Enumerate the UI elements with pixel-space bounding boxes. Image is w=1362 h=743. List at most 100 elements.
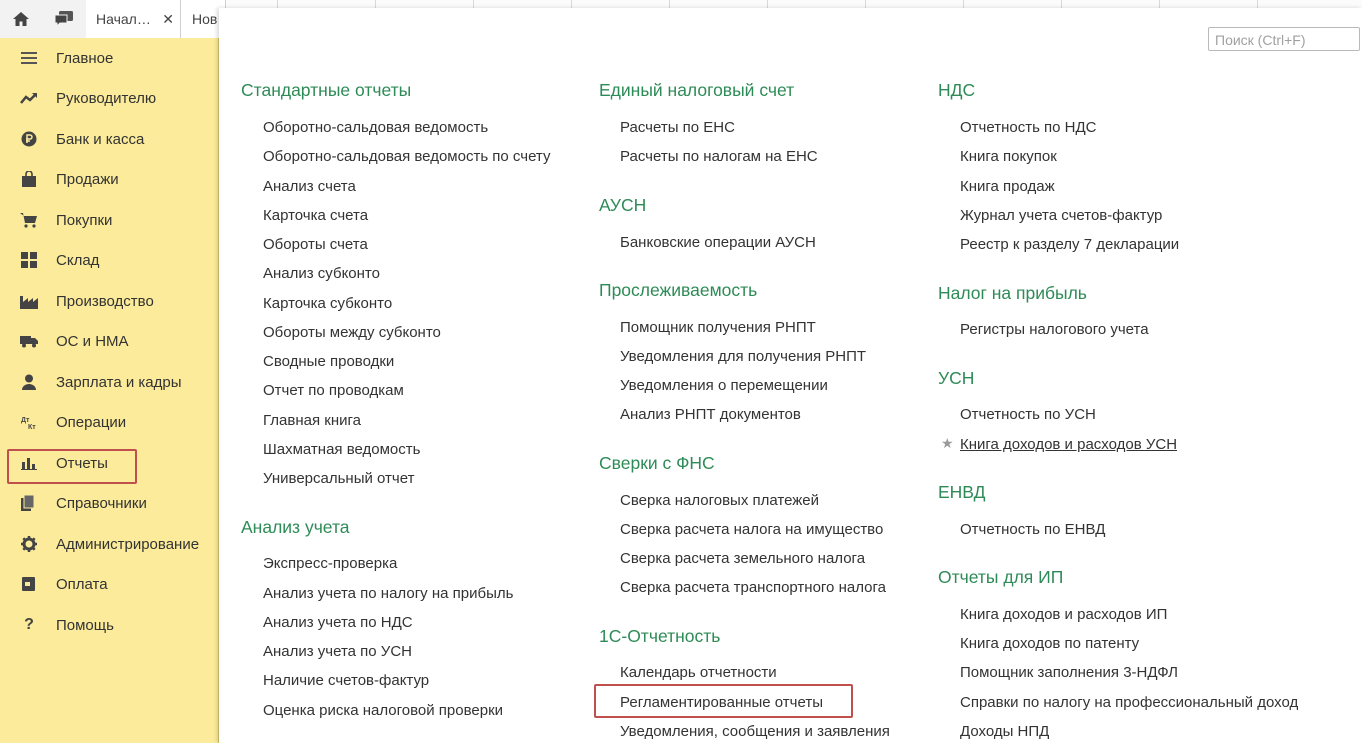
- sidebar-item-label: Руководителю: [56, 89, 157, 107]
- report-link[interactable]: Анализ счета: [263, 178, 356, 195]
- search-input[interactable]: [1213, 29, 1357, 51]
- report-link[interactable]: Регистры налогового учета: [960, 321, 1149, 338]
- tab-start-page[interactable]: Начал… ✕: [86, 0, 181, 38]
- section-title-accounting-analysis: Анализ учета: [241, 517, 350, 537]
- sidebar-item-main[interactable]: Главное: [0, 40, 218, 76]
- report-link[interactable]: Уведомления для получения РНПТ: [620, 348, 866, 365]
- report-link[interactable]: Отчетность по НДС: [960, 119, 1097, 136]
- sidebar-item-label: Помощь: [56, 616, 114, 634]
- close-icon[interactable]: ✕: [162, 11, 174, 28]
- report-link[interactable]: Анализ учета по УСН: [263, 643, 412, 660]
- sidebar-item-help[interactable]: ? Помощь: [0, 607, 218, 643]
- report-link[interactable]: Журнал учета счетов-фактур: [960, 207, 1162, 224]
- section-title-profit-tax: Налог на прибыль: [938, 283, 1087, 303]
- gear-icon: [20, 535, 38, 553]
- report-link[interactable]: Календарь отчетности: [620, 664, 777, 681]
- search-box[interactable]: [1208, 27, 1360, 51]
- report-link[interactable]: Шахматная ведомость: [263, 441, 420, 458]
- report-link[interactable]: Доходы НПД: [960, 723, 1049, 740]
- report-link[interactable]: Помощник получения РНПТ: [620, 319, 816, 336]
- report-link[interactable]: Книга доходов и расходов ИП: [960, 606, 1167, 623]
- debit-credit-icon: Дт Кт: [20, 413, 38, 431]
- section-title-ip-reports: Отчеты для ИП: [938, 567, 1064, 587]
- ruble-coin-icon: [20, 130, 38, 148]
- report-link[interactable]: Справки по налогу на профессиональный до…: [960, 694, 1298, 711]
- report-link[interactable]: Помощник заполнения 3-НДФЛ: [960, 664, 1178, 681]
- report-link[interactable]: Реестр к разделу 7 декларации: [960, 236, 1179, 253]
- report-link[interactable]: Сверка расчета налога на имущество: [620, 521, 883, 538]
- report-link[interactable]: Книга доходов по патенту: [960, 635, 1139, 652]
- report-link[interactable]: Оборотно-сальдовая ведомость по счету: [263, 148, 550, 165]
- report-link[interactable]: Сверка расчета транспортного налога: [620, 579, 886, 596]
- sidebar-item-label: Справочники: [56, 494, 147, 512]
- sidebar-item-label: Оплата: [56, 575, 108, 593]
- favorite-star-icon[interactable]: ★: [941, 435, 954, 452]
- sidebar-item-label: Банк и касса: [56, 130, 145, 148]
- highlight-reports-section: [7, 449, 137, 484]
- sidebar-item-production[interactable]: Производство: [0, 283, 218, 319]
- report-link[interactable]: Главная книга: [263, 412, 361, 429]
- section-title-ausn: АУСН: [599, 195, 647, 215]
- report-link[interactable]: Оборотно-сальдовая ведомость: [263, 119, 488, 136]
- tab-label: Начал…: [96, 11, 151, 27]
- sidebar-item-bank[interactable]: Банк и касса: [0, 121, 218, 157]
- report-link[interactable]: Отчетность по ЕНВД: [960, 521, 1105, 538]
- sidebar-item-salary[interactable]: Зарплата и кадры: [0, 364, 218, 400]
- sidebar-item-label: Операции: [56, 413, 127, 431]
- home-icon: [13, 12, 29, 26]
- sidebar-item-label: Склад: [56, 251, 100, 269]
- question-icon: ?: [24, 616, 34, 633]
- section-title-1c-reporting: 1С-Отчетность: [599, 626, 721, 646]
- report-link[interactable]: Расчеты по налогам на ЕНС: [620, 148, 818, 165]
- report-link[interactable]: Анализ учета по налогу на прибыль: [263, 585, 513, 602]
- report-link[interactable]: Обороты счета: [263, 236, 368, 253]
- sidebar-item-sales[interactable]: Продажи: [0, 161, 218, 197]
- report-link[interactable]: Сверка налоговых платежей: [620, 492, 819, 509]
- report-link[interactable]: Анализ субконто: [263, 265, 380, 282]
- report-link[interactable]: Сверка расчета земельного налога: [620, 550, 865, 567]
- report-link[interactable]: Уведомления о перемещении: [620, 377, 828, 394]
- report-link[interactable]: Оценка риска налоговой проверки: [263, 702, 503, 719]
- discussions-button[interactable]: [42, 0, 87, 38]
- sidebar-item-warehouse[interactable]: Склад: [0, 242, 218, 278]
- report-link[interactable]: Экспресс-проверка: [263, 555, 397, 572]
- sidebar-item-label: ОС и НМА: [56, 332, 129, 350]
- wallet-icon: [20, 575, 38, 593]
- svg-text:Дт: Дт: [21, 417, 30, 424]
- report-link[interactable]: Книга доходов и расходов УСН: [960, 436, 1177, 453]
- report-link[interactable]: Отчетность по УСН: [960, 406, 1096, 423]
- sidebar-item-admin[interactable]: Администрирование: [0, 526, 218, 562]
- report-link[interactable]: Книга продаж: [960, 178, 1055, 195]
- section-title-traceability: Прослеживаемость: [599, 280, 758, 300]
- report-link[interactable]: Книга покупок: [960, 148, 1057, 165]
- report-link[interactable]: Сводные проводки: [263, 353, 394, 370]
- trend-icon: [20, 89, 38, 107]
- cart-icon: [20, 211, 38, 229]
- sidebar-item-purchases[interactable]: Покупки: [0, 202, 218, 238]
- report-link[interactable]: Банковские операции АУСН: [620, 234, 816, 251]
- sections-sidebar: Главное Руководителю Банк и касса Продаж…: [0, 38, 219, 743]
- truck-icon: [20, 332, 38, 350]
- sidebar-item-assets[interactable]: ОС и НМА: [0, 323, 218, 359]
- sidebar-item-manager[interactable]: Руководителю: [0, 80, 218, 116]
- report-link[interactable]: Расчеты по ЕНС: [620, 119, 735, 136]
- sidebar-item-label: Главное: [56, 49, 114, 67]
- sidebar-item-label: Администрирование: [56, 535, 200, 553]
- home-button[interactable]: [0, 0, 43, 38]
- sidebar-item-label: Продажи: [56, 170, 119, 188]
- report-link[interactable]: Уведомления, сообщения и заявления: [620, 723, 890, 740]
- sidebar-item-operations[interactable]: Дт Кт Операции: [0, 404, 218, 440]
- report-link[interactable]: Отчет по проводкам: [263, 382, 404, 399]
- person-icon: [20, 373, 38, 391]
- report-link[interactable]: Карточка счета: [263, 207, 368, 224]
- tab-label: Нов: [192, 11, 218, 27]
- section-title-envd: ЕНВД: [938, 482, 986, 502]
- report-link[interactable]: Наличие счетов-фактур: [263, 672, 429, 689]
- report-link[interactable]: Карточка субконто: [263, 295, 392, 312]
- report-link[interactable]: Анализ РНПТ документов: [620, 406, 801, 423]
- report-link[interactable]: Анализ учета по НДС: [263, 614, 413, 631]
- report-link[interactable]: Универсальный отчет: [263, 470, 414, 487]
- report-link[interactable]: Обороты между субконто: [263, 324, 441, 341]
- sidebar-item-payment[interactable]: Оплата: [0, 566, 218, 602]
- sidebar-item-directories[interactable]: Справочники: [0, 485, 218, 521]
